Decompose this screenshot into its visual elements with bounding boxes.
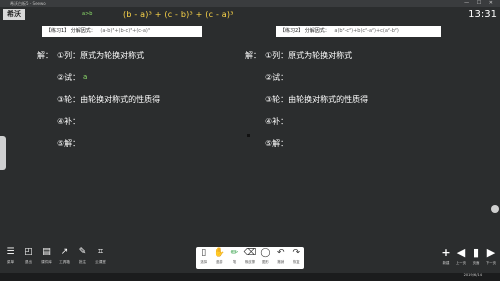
side-panel-handle[interactable] (0, 136, 6, 170)
exercise-1-text: 分解因式： (70, 28, 96, 34)
library-button[interactable]: ▤ 课件库 (38, 246, 55, 270)
mouse-cursor (247, 134, 250, 137)
menu-button[interactable]: ☰ 菜单 (2, 246, 19, 270)
eraser-label: 橡皮擦 (244, 260, 256, 264)
redo-button[interactable]: ↷ 恢复 (289, 247, 304, 264)
drawing-toolbar: ▯ 选择 ✋ 漫游 ✏ 笔 ⌫ 橡皮擦 ◯ 图形 ↶ 撤销 ↷ 恢复 (196, 247, 304, 269)
select-icon: ▯ (201, 248, 207, 258)
step-text: ②试： (57, 73, 81, 82)
eraser-tool-button[interactable]: ⌫ 橡皮擦 (242, 247, 257, 264)
new-page-button[interactable]: + 新建 (440, 246, 452, 265)
pan-tool-button[interactable]: ✋ 漫游 (212, 247, 227, 264)
toolbox-button[interactable]: ↗ 工具箱 (56, 246, 73, 270)
exercise-1-label: 【练习1】 (46, 28, 70, 34)
arrow-right-icon: ▶ (486, 246, 496, 259)
shape-label: 图形 (262, 260, 269, 264)
pencil-icon: ✏ (230, 248, 239, 258)
plus-icon: + (441, 246, 451, 259)
step-lead: 解： (37, 51, 53, 60)
pen-icon: ✎ (78, 247, 87, 257)
clock: 13:31 (468, 9, 497, 20)
exit-button[interactable]: ◰ 退出 (20, 246, 37, 270)
new-page-label: 新建 (442, 261, 450, 265)
exercise-2-label: 【练习2】 (280, 28, 304, 34)
toolbox-label: 工具箱 (59, 260, 70, 264)
shape-tool-button[interactable]: ◯ 图形 (258, 247, 273, 264)
taskbar-date: 2019/6/14 (463, 273, 482, 277)
step-text: ④补： (57, 117, 81, 126)
exercise-1-formula: (a-b)³+(b-c)³+(c-a)³ (100, 28, 150, 34)
exit-icon: ◰ (24, 247, 33, 257)
exercise-2-banner: 【练习2】 分解因式： a(b²-c²)+b(c²-a²)+c(a²-b²) (276, 26, 441, 37)
cloud-class-label: 云课堂 (95, 260, 106, 264)
library-icon: ▤ (42, 247, 51, 257)
next-page-label: 下一页 (485, 261, 497, 265)
pen-tool-button[interactable]: ✏ 笔 (227, 247, 242, 264)
title-bar: 希沃白板5 - Seewo — ☐ ✕ (0, 0, 500, 7)
handwriting-green: a>b (82, 11, 93, 17)
exit-label: 退出 (24, 260, 33, 264)
undo-label: 撤销 (277, 260, 285, 264)
eraser-icon: ⌫ (243, 248, 257, 258)
annotate-label: 批注 (78, 260, 87, 264)
redo-icon: ↷ (292, 248, 300, 258)
arrow-left-icon: ◀ (456, 246, 466, 259)
undo-button[interactable]: ↶ 撤销 (273, 247, 288, 264)
step-text: ②试： (265, 73, 289, 82)
step-text: ④补： (265, 117, 289, 126)
pan-label: 漫游 (215, 260, 223, 264)
select-label: 选择 (200, 260, 208, 264)
prev-page-label: 上一页 (455, 261, 467, 265)
undo-icon: ↶ (277, 248, 285, 258)
pages-label: 页面 (472, 261, 480, 265)
circle-icon: ◯ (260, 248, 271, 258)
pen-label: 笔 (232, 260, 237, 264)
hand-icon: ✋ (213, 248, 225, 258)
os-taskbar: 2019/6/14 (0, 273, 500, 281)
menu-label: 菜单 (6, 260, 15, 264)
pages-button[interactable]: ▮ 页面 (470, 246, 482, 265)
handwriting-mark: a (83, 73, 88, 81)
step-lead: 解： (245, 51, 261, 60)
left-toolbar: ☰ 菜单 ◰ 退出 ▤ 课件库 ↗ 工具箱 ✎ 批注 ⌗ 云课堂 (2, 246, 109, 270)
step-text: ①列：原式为轮换对称式 (57, 51, 145, 60)
window-controls[interactable]: — ☐ ✕ (464, 0, 496, 7)
step-text: ⑤解： (265, 139, 289, 148)
page-toolbar: + 新建 ◀ 上一页 ▮ 页面 ▶ 下一页 (440, 246, 497, 265)
window-title: 希沃白板5 - Seewo (10, 1, 46, 6)
next-page-button[interactable]: ▶ 下一页 (485, 246, 497, 265)
step-text: ①列：原式为轮换对称式 (265, 51, 353, 60)
library-label: 课件库 (41, 260, 52, 264)
handwriting-formula: (b - a)³ + (c - b)³ + (c - a)³ (123, 10, 234, 19)
exercise-2-formula: a(b²-c²)+b(c²-a²)+c(a²-b²) (334, 28, 399, 34)
annotate-button[interactable]: ✎ 批注 (74, 246, 91, 270)
menu-icon: ☰ (6, 247, 15, 257)
step-text: ⑤解： (57, 139, 81, 148)
redo-label: 恢复 (292, 260, 300, 264)
step-text: ③轮：由轮换对称式的性质得 (57, 95, 161, 104)
exercise-1-banner: 【练习1】 分解因式： (a-b)³+(b-c)³+(c-a)³ (42, 26, 202, 37)
grid-icon: ⌗ (97, 247, 104, 257)
exercise-2-text: 分解因式： (304, 28, 330, 34)
app-logo: 希沃 (3, 9, 25, 20)
prev-page-button[interactable]: ◀ 上一页 (455, 246, 467, 265)
select-tool-button[interactable]: ▯ 选择 (196, 247, 211, 264)
floating-menu-button[interactable] (491, 205, 499, 213)
toolbox-icon: ↗ (60, 247, 69, 257)
step-text: ③轮：由轮换对称式的性质得 (265, 95, 369, 104)
pages-icon: ▮ (472, 246, 480, 259)
cloud-class-button[interactable]: ⌗ 云课堂 (92, 246, 109, 270)
